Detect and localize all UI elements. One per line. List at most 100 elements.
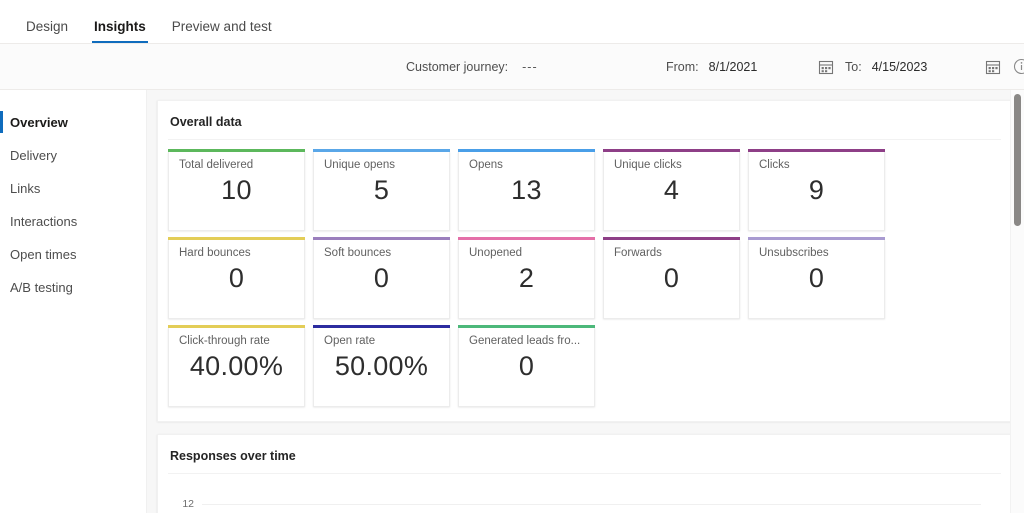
from-label: From:	[666, 59, 699, 74]
kpi-accent-bar	[168, 149, 305, 152]
kpi-card-unique-clicks[interactable]: Unique clicks 4	[603, 149, 740, 231]
chart-gridline	[202, 504, 981, 505]
kpi-accent-bar	[313, 237, 450, 240]
kpi-card-soft-bounces[interactable]: Soft bounces 0	[313, 237, 450, 319]
overall-data-title: Overall data	[168, 113, 1001, 140]
to-calendar-icon[interactable]	[985, 59, 1001, 75]
kpi-card-forwards[interactable]: Forwards 0	[603, 237, 740, 319]
kpi-label: Clicks	[759, 159, 790, 171]
overall-data-panel: Overall data Total delivered 10 Unique o…	[157, 100, 1012, 422]
kpi-value: 9	[808, 175, 825, 205]
kpi-card-open-rate[interactable]: Open rate 50.00%	[313, 325, 450, 407]
kpi-label: Click-through rate	[179, 335, 270, 347]
info-circle-icon	[1013, 58, 1024, 75]
kpi-accent-bar	[168, 325, 305, 328]
to-date-value[interactable]: 4/15/2023	[872, 60, 928, 74]
kpi-card-opens[interactable]: Opens 13	[458, 149, 595, 231]
kpi-value: 5	[373, 175, 390, 205]
from-date-value[interactable]: 8/1/2021	[709, 60, 758, 74]
kpi-value: 40.00%	[189, 351, 284, 381]
from-date-filter[interactable]: From: 8/1/2021	[666, 60, 757, 74]
kpi-card-total-delivered[interactable]: Total delivered 10	[168, 149, 305, 231]
scrollbar-thumb[interactable]	[1014, 94, 1021, 226]
to-date-filter[interactable]: To: 4/15/2023	[845, 60, 927, 74]
kpi-value: 13	[511, 175, 542, 205]
kpi-card-grid: Total delivered 10 Unique opens 5 Opens …	[168, 149, 1001, 407]
sidebar-item-overview[interactable]: Overview	[0, 106, 146, 139]
kpi-accent-bar	[748, 149, 885, 152]
kpi-accent-bar	[458, 149, 595, 152]
kpi-card-clicks[interactable]: Clicks 9	[748, 149, 885, 231]
kpi-label: Opens	[469, 159, 503, 171]
kpi-accent-bar	[313, 325, 450, 328]
top-tab-strip: Design Insights Preview and test	[0, 0, 1024, 44]
kpi-card-click-through-rate[interactable]: Click-through rate 40.00%	[168, 325, 305, 407]
tab-preview-and-test-label: Preview and test	[171, 19, 272, 34]
tab-insights[interactable]: Insights	[84, 19, 156, 43]
sidebar-item-links[interactable]: Links	[0, 172, 146, 205]
sidebar-item-label: Overview	[10, 115, 68, 130]
kpi-label: Total delivered	[179, 159, 254, 171]
sidebar-item-label: Open times	[10, 247, 77, 262]
kpi-accent-bar	[168, 237, 305, 240]
sidebar-item-open-times[interactable]: Open times	[0, 238, 146, 271]
kpi-label: Unique opens	[324, 159, 395, 171]
kpi-value: 50.00%	[334, 351, 429, 381]
kpi-label: Forwards	[614, 247, 662, 259]
vertical-scrollbar[interactable]	[1010, 90, 1024, 513]
customer-journey-filter[interactable]: Customer journey: ---	[406, 60, 538, 74]
customer-journey-value: ---	[522, 59, 538, 74]
sidebar-item-ab-testing[interactable]: A/B testing	[0, 271, 146, 304]
kpi-value: 0	[663, 263, 680, 293]
kpi-label: Hard bounces	[179, 247, 251, 259]
sidebar-item-interactions[interactable]: Interactions	[0, 205, 146, 238]
kpi-value: 0	[518, 351, 535, 381]
kpi-card-hard-bounces[interactable]: Hard bounces 0	[168, 237, 305, 319]
kpi-value: 0	[228, 263, 245, 293]
kpi-accent-bar	[313, 149, 450, 152]
sidebar-item-delivery[interactable]: Delivery	[0, 139, 146, 172]
kpi-card-unsubscribes[interactable]: Unsubscribes 0	[748, 237, 885, 319]
responses-over-time-panel: Responses over time 12 10	[157, 434, 1012, 513]
calendar-icon	[985, 60, 1001, 74]
tab-preview-and-test[interactable]: Preview and test	[162, 19, 282, 43]
kpi-accent-bar	[603, 237, 740, 240]
from-calendar-icon[interactable]	[818, 59, 834, 75]
responses-over-time-chart: 12 10	[168, 486, 1001, 513]
kpi-accent-bar	[458, 325, 595, 328]
kpi-value: 10	[221, 175, 252, 205]
tab-design-label: Design	[26, 19, 69, 34]
kpi-card-unique-opens[interactable]: Unique opens 5	[313, 149, 450, 231]
kpi-label: Unopened	[469, 247, 523, 259]
customer-journey-label: Customer journey:	[406, 59, 509, 74]
kpi-label: Unsubscribes	[759, 247, 829, 259]
chart-ytick-label: 12	[182, 498, 194, 510]
sidebar-item-label: A/B testing	[10, 280, 73, 295]
tab-insights-label: Insights	[94, 19, 146, 34]
insights-filter-bar: Customer journey: --- From: 8/1/2021 To:…	[0, 44, 1024, 90]
kpi-value: 0	[808, 263, 825, 293]
kpi-accent-bar	[458, 237, 595, 240]
insights-body: Overview Delivery Links Interactions Ope…	[0, 90, 1024, 513]
insights-sidebar: Overview Delivery Links Interactions Ope…	[0, 90, 147, 513]
sidebar-item-label: Links	[10, 181, 41, 196]
kpi-label: Unique clicks	[614, 159, 682, 171]
calendar-icon	[818, 60, 834, 74]
kpi-card-generated-leads[interactable]: Generated leads fro... 0	[458, 325, 595, 407]
info-icon[interactable]	[1013, 58, 1024, 75]
kpi-accent-bar	[748, 237, 885, 240]
kpi-value: 2	[518, 263, 535, 293]
to-label: To:	[845, 59, 862, 74]
kpi-value: 0	[373, 263, 390, 293]
insights-main-scroll-area: Overall data Total delivered 10 Unique o…	[147, 90, 1024, 513]
responses-over-time-title: Responses over time	[168, 447, 1001, 474]
kpi-label: Generated leads fro...	[469, 335, 581, 347]
kpi-accent-bar	[603, 149, 740, 152]
kpi-card-unopened[interactable]: Unopened 2	[458, 237, 595, 319]
kpi-label: Soft bounces	[324, 247, 392, 259]
kpi-value: 4	[663, 175, 680, 205]
sidebar-item-label: Delivery	[10, 148, 57, 163]
tab-design[interactable]: Design	[16, 19, 78, 43]
sidebar-item-label: Interactions	[10, 214, 78, 229]
kpi-label: Open rate	[324, 335, 376, 347]
